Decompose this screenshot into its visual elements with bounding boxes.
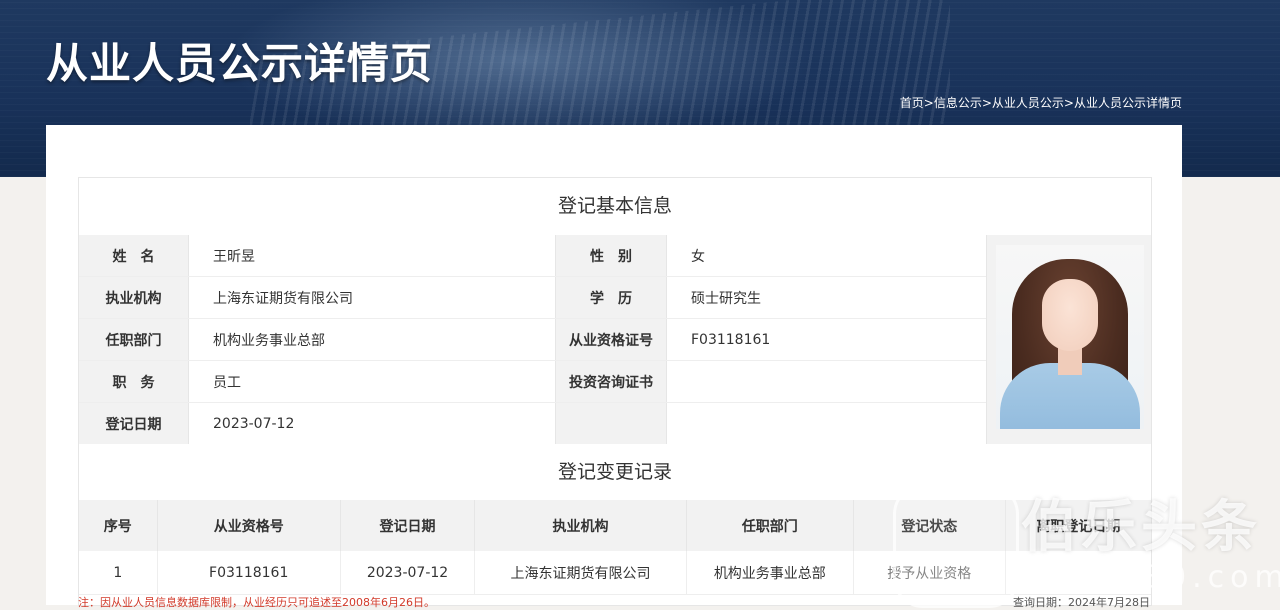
- breadcrumb-info-link[interactable]: 信息公示: [934, 96, 982, 110]
- row-org: 上海东证期货有限公司: [474, 551, 687, 595]
- cert-value: F03118161: [666, 318, 1011, 361]
- info-row: 姓 名 王昕昱 性 别 女: [79, 235, 1011, 277]
- breadcrumb-separator: >: [1063, 96, 1074, 110]
- breadcrumb-separator: >: [981, 96, 992, 110]
- info-row: 执业机构 上海东证期货有限公司 学 历 硕士研究生: [79, 276, 1011, 319]
- education-label: 学 历: [555, 276, 667, 319]
- breadcrumb-home-link[interactable]: 首页: [900, 96, 924, 110]
- column-header: 登记日期: [340, 500, 476, 551]
- name-label: 姓 名: [79, 235, 189, 277]
- change-records-section: 登记变更记录 序号 从业资格号 登记日期 执业机构 任职部门 登记状态 离职登记…: [78, 444, 1152, 606]
- column-header: 执业机构: [474, 500, 687, 551]
- name-value: 王昕昱: [188, 235, 556, 277]
- column-header: 从业资格号: [157, 500, 341, 551]
- row-dept: 机构业务事业总部: [686, 551, 854, 595]
- position-value: 员工: [188, 360, 556, 403]
- column-header: 登记状态: [853, 500, 1006, 551]
- education-value: 硕士研究生: [666, 276, 1011, 319]
- row-status: 授予从业资格: [853, 551, 1006, 595]
- column-header: 任职部门: [686, 500, 854, 551]
- org-label: 执业机构: [79, 276, 189, 319]
- info-row: 职 务 员工 投资咨询证书: [79, 360, 1011, 403]
- info-row: 任职部门 机构业务事业总部 从业资格证号 F03118161: [79, 318, 1011, 361]
- column-header: 离职登记日期: [1005, 500, 1151, 551]
- photo-cell: [986, 235, 1151, 445]
- page-title: 从业人员公示详情页: [46, 39, 434, 88]
- photo-face: [1042, 279, 1098, 351]
- gender-value: 女: [666, 235, 1011, 277]
- dept-value: 机构业务事业总部: [188, 318, 556, 361]
- row-cert-number: F03118161: [157, 551, 341, 595]
- cert-label: 从业资格证号: [555, 318, 667, 361]
- date-label: 登记日期: [79, 402, 189, 445]
- row-leave-date: [1005, 551, 1151, 595]
- date-value: 2023-07-12: [188, 402, 556, 445]
- basic-info-section: 登记基本信息 姓 名 王昕昱 性 别 女 执业机构 上海东证期货有限公司 学 历…: [78, 177, 1152, 446]
- change-records-table: 序号 从业资格号 登记日期 执业机构 任职部门 登记状态 离职登记日期 1 F0…: [79, 500, 1151, 595]
- change-records-title: 登记变更记录: [557, 461, 672, 483]
- empty-label: [555, 402, 667, 445]
- position-label: 职 务: [79, 360, 189, 403]
- invest-cert-label: 投资咨询证书: [555, 360, 667, 403]
- basic-info-title: 登记基本信息: [557, 195, 672, 217]
- breadcrumb: 首页>信息公示>从业人员公示>从业人员公示详情页: [900, 94, 1182, 111]
- table-header-row: 序号 从业资格号 登记日期 执业机构 任职部门 登记状态 离职登记日期: [79, 500, 1151, 551]
- dept-label: 任职部门: [79, 318, 189, 361]
- basic-info-table: 姓 名 王昕昱 性 别 女 执业机构 上海东证期货有限公司 学 历 硕士研究生 …: [79, 235, 1011, 445]
- footer-note: 注：因从业人员信息数据库限制，从业经历只可追述至2008年6月26日。: [78, 596, 435, 609]
- invest-cert-value: [666, 360, 1011, 403]
- column-header: 序号: [79, 500, 158, 551]
- row-register-date: 2023-07-12: [340, 551, 476, 595]
- query-date: 查询日期：2024年7月28日: [1013, 596, 1150, 609]
- profile-photo: [996, 245, 1144, 429]
- breadcrumb-separator: >: [923, 96, 934, 110]
- org-value: 上海东证期货有限公司: [188, 276, 556, 319]
- breadcrumb-staff-link[interactable]: 从业人员公示: [992, 96, 1064, 110]
- gender-label: 性 别: [555, 235, 667, 277]
- empty-value: [666, 402, 1011, 445]
- breadcrumb-current: 从业人员公示详情页: [1073, 96, 1182, 110]
- row-index: 1: [79, 551, 158, 595]
- table-row: 1 F03118161 2023-07-12 上海东证期货有限公司 机构业务事业…: [79, 551, 1151, 595]
- info-row: 登记日期 2023-07-12: [79, 402, 1011, 445]
